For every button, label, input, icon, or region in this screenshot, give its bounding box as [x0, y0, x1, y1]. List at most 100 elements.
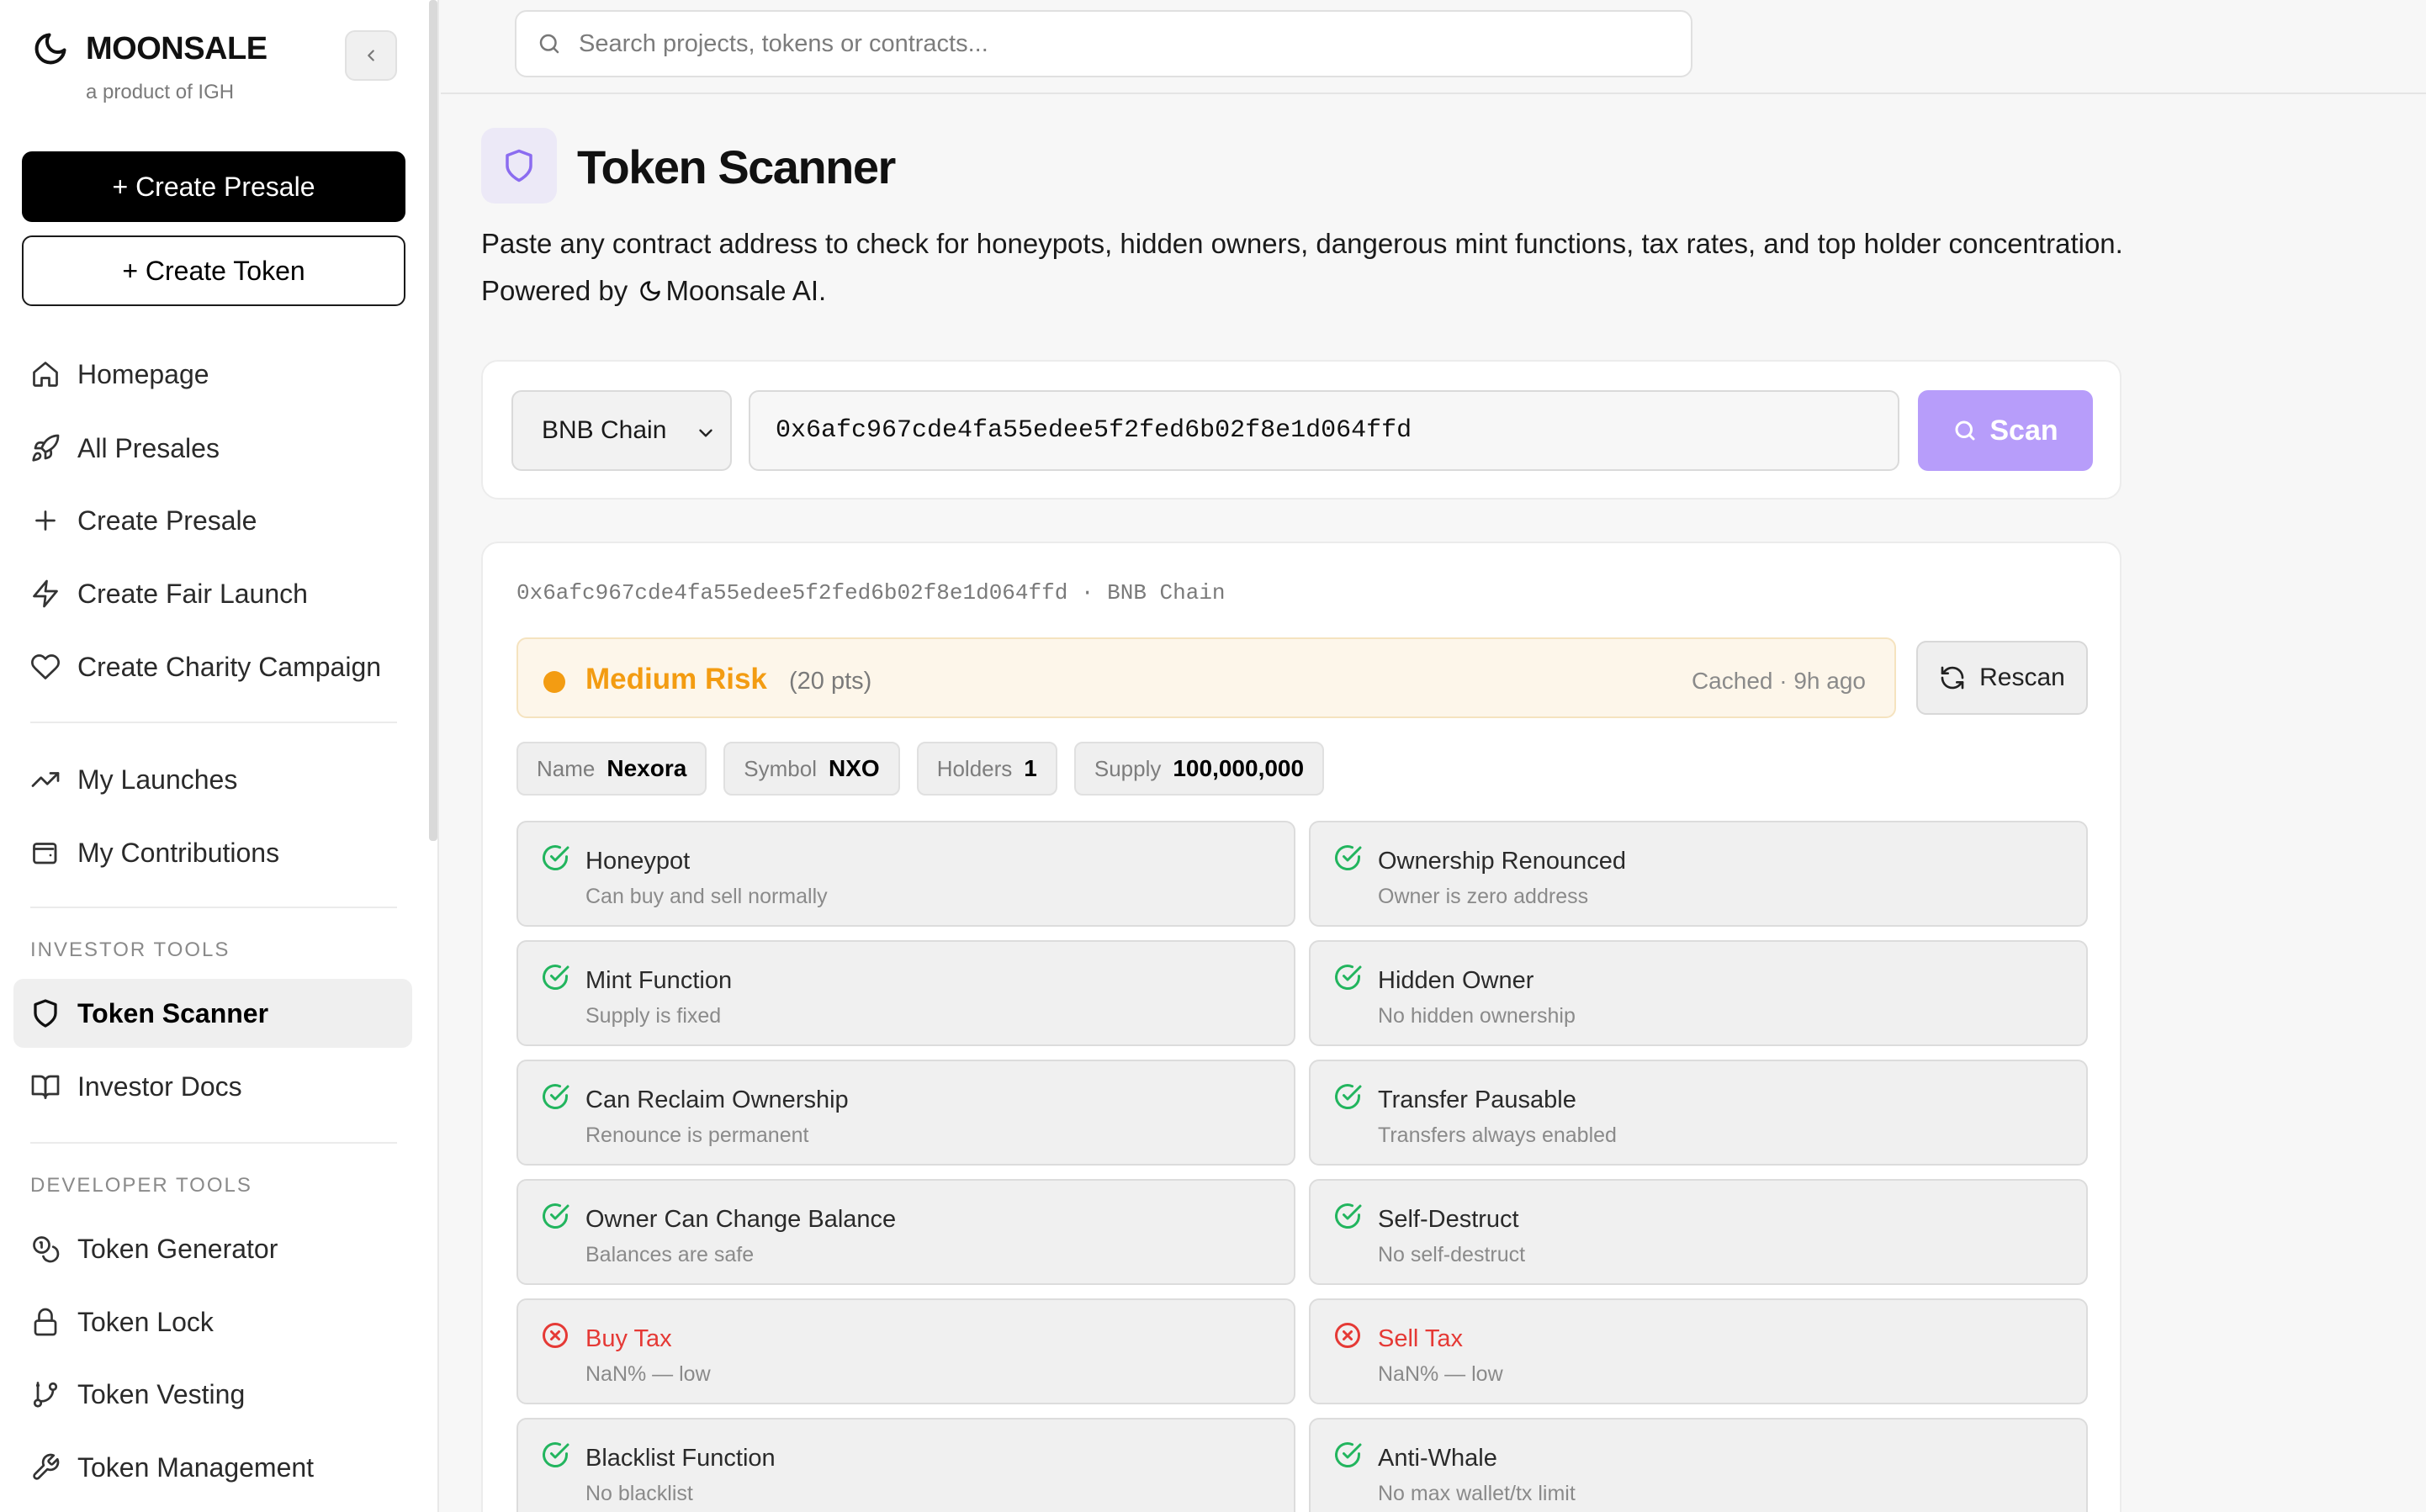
check-detail: No hidden ownership	[1378, 1004, 1576, 1028]
check-detail: Renounce is permanent	[585, 1123, 809, 1147]
sidebar-item-create-fair-launch[interactable]: Create Fair Launch	[13, 559, 412, 628]
chain-select-value: BNB Chain	[542, 416, 667, 444]
powered-by-name: Moonsale AI.	[665, 275, 827, 306]
scan-form-card: BNB Chain Scan	[481, 360, 2121, 500]
nav-divider	[30, 1142, 397, 1144]
sidebar-item-create-presale[interactable]: Create Presale	[13, 486, 412, 555]
security-check-card: Buy Tax NaN% — low	[516, 1298, 1295, 1404]
brand-name: MOONSALE	[86, 30, 267, 66]
security-check-card: Sell Tax NaN% — low	[1309, 1298, 2088, 1404]
chip-value: 100,000,000	[1173, 755, 1305, 781]
risk-points: (20 pts)	[789, 668, 872, 695]
chip-value: Nexora	[606, 755, 687, 781]
security-check-card: Blacklist Function No blacklist	[516, 1418, 1295, 1512]
page-title: Token Scanner	[577, 140, 896, 193]
rescan-button[interactable]: Rescan	[1916, 641, 2088, 715]
brand-tagline: a product of IGH	[86, 81, 235, 103]
cache-status: Cached · 9h ago	[1691, 668, 1866, 694]
shield-icon	[506, 149, 532, 182]
security-check-card: Anti-Whale No max wallet/tx limit	[1309, 1418, 2088, 1512]
sidebar-item-label: Create Fair Launch	[77, 578, 308, 609]
page-description: Paste any contract address to check for …	[481, 220, 2130, 315]
description-text: Paste any contract address to check for …	[481, 228, 2123, 259]
x-circle-icon	[543, 1323, 568, 1348]
refresh-icon	[1941, 666, 1964, 690]
chip-supply: Supply 100,000,000	[1073, 742, 1325, 796]
security-check-card: Ownership Renounced Owner is zero address	[1309, 821, 2088, 927]
wrench-icon	[33, 1453, 60, 1480]
sidebar-item-token-lock[interactable]: Token Lock	[13, 1287, 412, 1356]
powered-by-prefix: Powered by	[481, 275, 628, 306]
sidebar-item-my-launches[interactable]: My Launches	[13, 745, 412, 814]
risk-level: Medium Risk	[585, 663, 767, 695]
check-title: Blacklist Function	[585, 1445, 776, 1472]
check-title: Mint Function	[585, 967, 733, 994]
check-title: Sell Tax	[1378, 1325, 1464, 1352]
sidebar-item-label: All Presales	[77, 432, 220, 463]
sidebar-item-label: Investor Docs	[77, 1071, 242, 1102]
search-icon	[539, 34, 559, 54]
check-title: Transfer Pausable	[1378, 1086, 1576, 1113]
sidebar-item-create-charity-campaign[interactable]: Create Charity Campaign	[13, 632, 412, 701]
trending-up-icon	[31, 772, 60, 787]
sidebar-item-label: My Launches	[77, 764, 238, 795]
home-icon	[33, 362, 58, 387]
sidebar-item-my-contributions[interactable]: My Contributions	[13, 818, 412, 887]
check-circle-icon	[543, 1203, 569, 1229]
sidebar-item-token-vesting[interactable]: Token Vesting	[13, 1360, 412, 1429]
sidebar-scrollbar[interactable]	[429, 0, 437, 841]
sidebar-item-label: Token Lock	[77, 1306, 214, 1337]
brand[interactable]: MOONSALE	[32, 30, 267, 67]
sidebar-item-all-presales[interactable]: All Presales	[13, 414, 412, 483]
security-check-card: Self-Destruct No self-destruct	[1309, 1179, 2088, 1285]
security-check-card: Mint Function Supply is fixed	[516, 940, 1295, 1046]
chip-value: NXO	[829, 755, 880, 781]
chain-select[interactable]: BNB Chain	[511, 390, 732, 471]
book-icon	[31, 1075, 60, 1099]
scan-button-label: Scan	[1989, 414, 2058, 447]
rescan-button-label: Rescan	[1979, 663, 2065, 691]
sidebar-item-label: Token Scanner	[77, 997, 269, 1028]
collapse-sidebar-button[interactable]	[345, 30, 397, 81]
chip-key: Name	[537, 755, 596, 781]
global-search[interactable]	[515, 10, 1692, 77]
create-token-button[interactable]: + Create Token	[22, 235, 405, 306]
sidebar-item-investor-docs[interactable]: Investor Docs	[13, 1052, 412, 1121]
sidebar-item-label: Token Generator	[77, 1233, 278, 1264]
sidebar-item-label: Token Management	[77, 1451, 315, 1483]
lock-icon	[34, 1308, 57, 1336]
nav-divider	[30, 722, 397, 723]
check-title: Ownership Renounced	[1378, 848, 1627, 875]
nav-divider	[30, 907, 397, 908]
check-circle-icon	[1335, 1203, 1362, 1229]
chip-symbol: Symbol NXO	[723, 742, 900, 796]
check-title: Owner Can Change Balance	[585, 1206, 897, 1233]
sidebar: MOONSALE a product of IGH + Create Presa…	[0, 0, 439, 1512]
sidebar-item-token-management[interactable]: Token Management	[13, 1433, 412, 1502]
scan-button[interactable]: Scan	[1918, 390, 2093, 471]
check-detail: NaN% — low	[1378, 1362, 1503, 1386]
chevron-down-icon	[699, 429, 712, 437]
check-circle-icon	[1335, 1442, 1362, 1467]
token-info-chips: Name Nexora Symbol NXO Holders 1 Supply 100,…	[516, 742, 1325, 796]
sidebar-item-token-scanner[interactable]: Token Scanner	[13, 979, 412, 1048]
check-detail: Balances are safe	[585, 1243, 755, 1266]
chevron-left-icon	[368, 50, 374, 61]
security-check-card: Honeypot Can buy and sell normally	[516, 821, 1295, 927]
check-detail: Owner is zero address	[1378, 885, 1589, 908]
check-detail: No self-destruct	[1378, 1243, 1526, 1266]
contract-address-input[interactable]	[749, 390, 1899, 471]
risk-banner: Medium Risk (20 pts) Cached · 9h ago	[516, 637, 1896, 718]
check-detail: Supply is fixed	[585, 1004, 722, 1028]
heart-icon	[31, 654, 60, 679]
check-detail: NaN% — low	[585, 1362, 711, 1386]
shield-icon	[34, 999, 57, 1028]
create-presale-button[interactable]: + Create Presale	[22, 151, 405, 222]
security-check-card: Hidden Owner No hidden ownership	[1309, 940, 2088, 1046]
developer-tools-heading: DEVELOPER TOOLS	[30, 1174, 252, 1197]
coins-icon	[33, 1236, 60, 1263]
sidebar-item-token-generator[interactable]: Token Generator	[13, 1214, 412, 1283]
chip-holders: Holders 1	[916, 742, 1057, 796]
sidebar-item-homepage[interactable]: Homepage	[13, 340, 412, 409]
search-input[interactable]	[579, 29, 1691, 58]
